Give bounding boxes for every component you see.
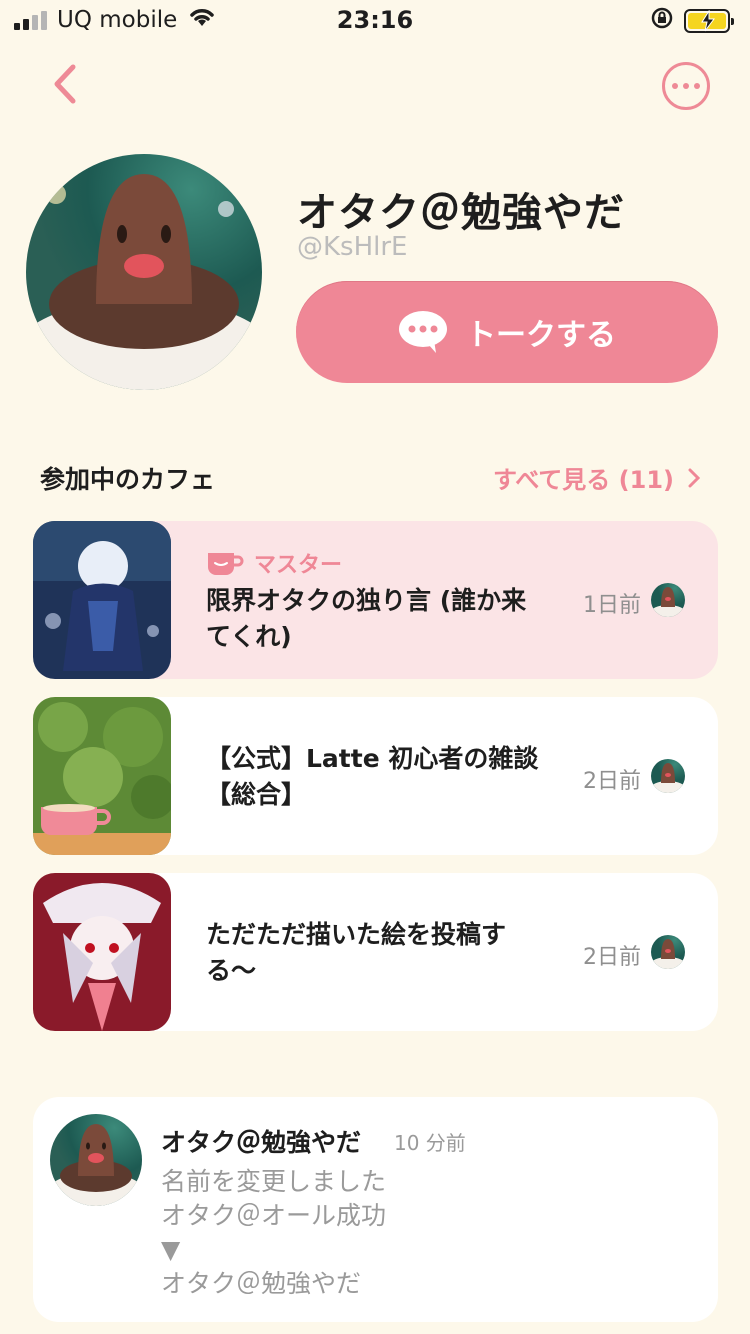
cafe-time: 1日前 bbox=[583, 593, 641, 618]
activity-line: 名前を変更しました bbox=[161, 1167, 387, 1196]
activity-card[interactable]: オタク＠勉強やだ 10 分前 名前を変更しました オタク＠オール成功 ▼ オタク… bbox=[33, 1097, 718, 1322]
cafe-thumbnail bbox=[33, 697, 171, 855]
cafe-info: ただただ描いた絵を投稿する〜 bbox=[206, 917, 551, 989]
mole-avatar-icon bbox=[26, 174, 262, 390]
profile-handle: @KsHlrE bbox=[297, 232, 408, 262]
chevron-left-icon bbox=[54, 64, 76, 104]
see-all-label: すべて見る (11) bbox=[492, 466, 674, 494]
cafe-member-avatar bbox=[651, 583, 685, 617]
profile-name: オタク＠勉強やだ bbox=[297, 190, 625, 236]
cafe-member-avatar bbox=[651, 935, 685, 969]
cafe-info: マスター 限界オタクの独り言 (誰か来てくれ) bbox=[206, 547, 551, 655]
activity-time: 10 分前 bbox=[394, 1131, 466, 1155]
see-all-link[interactable]: すべて見る (11) bbox=[493, 460, 700, 495]
cafe-thumbnail bbox=[33, 873, 171, 1031]
cafe-name: 限界オタクの独り言 (誰か来てくれ) bbox=[206, 586, 527, 651]
talk-button-label: トークする bbox=[466, 318, 616, 353]
activity-line: ▼ bbox=[161, 1235, 181, 1264]
status-bar: UQ mobile 23:16 bbox=[0, 0, 750, 40]
cafe-card[interactable]: ただただ描いた絵を投稿する〜 2日前 bbox=[33, 873, 718, 1031]
cafes-section-title: 参加中のカフェ bbox=[40, 465, 216, 494]
back-button[interactable] bbox=[46, 62, 86, 106]
status-right bbox=[650, 6, 734, 36]
activity-avatar[interactable] bbox=[50, 1114, 142, 1206]
master-badge-label: マスター bbox=[254, 553, 343, 578]
coffee-cup-icon bbox=[208, 553, 244, 575]
cafe-time: 2日前 bbox=[583, 769, 641, 794]
talk-button[interactable]: トークする bbox=[296, 281, 718, 383]
cafe-name: 【公式】Latte 初心者の雑談【総合】 bbox=[206, 744, 539, 809]
more-options-button[interactable] bbox=[662, 62, 710, 110]
activity-line: オタク＠勉強やだ bbox=[161, 1269, 362, 1298]
chat-bubble-icon bbox=[399, 311, 447, 353]
cafe-card[interactable]: マスター 限界オタクの独り言 (誰か来てくれ) 1日前 bbox=[33, 521, 718, 679]
battery-icon bbox=[684, 9, 734, 33]
cafe-card[interactable]: 【公式】Latte 初心者の雑談【総合】 2日前 bbox=[33, 697, 718, 855]
master-badge: マスター bbox=[206, 547, 551, 579]
cafe-thumbnail bbox=[33, 521, 171, 679]
cafe-time: 2日前 bbox=[583, 945, 641, 970]
rotation-lock-icon bbox=[650, 6, 674, 36]
activity-line: オタク＠オール成功 bbox=[161, 1201, 387, 1230]
ellipsis-icon bbox=[672, 83, 678, 89]
chevron-right-icon bbox=[688, 468, 700, 487]
cafe-member-avatar bbox=[651, 759, 685, 793]
cafe-info: 【公式】Latte 初心者の雑談【総合】 bbox=[206, 741, 551, 813]
activity-message: 名前を変更しました オタク＠オール成功 ▼ オタク＠勉強やだ bbox=[161, 1165, 386, 1301]
status-time: 23:16 bbox=[336, 6, 414, 34]
activity-user-name: オタク＠勉強やだ bbox=[161, 1128, 362, 1157]
profile-avatar[interactable] bbox=[26, 154, 262, 390]
cafe-name: ただただ描いた絵を投稿する〜 bbox=[206, 920, 507, 985]
